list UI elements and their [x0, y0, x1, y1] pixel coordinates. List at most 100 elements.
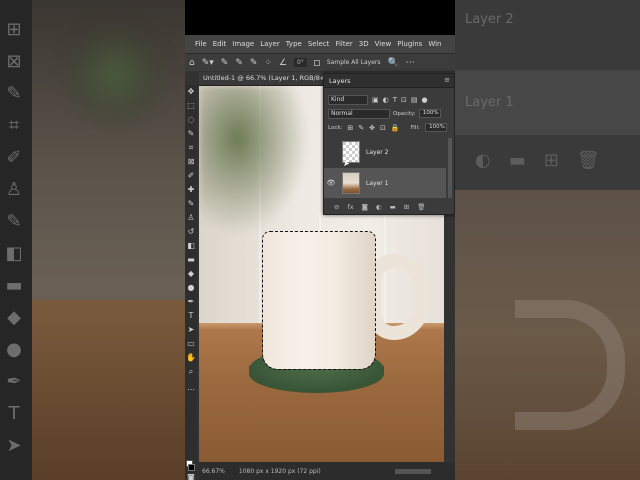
layer-row-selected[interactable]: 👁 Layer 1	[324, 168, 446, 198]
layers-panel: Layers ≡ Kind ▣ ◐ T ⊡ ▤ ● Normal Opacity…	[323, 73, 455, 215]
blend-mode-select[interactable]: Normal	[328, 108, 390, 119]
ghost-heal-icon: ⌗	[8, 115, 20, 136]
lock-position-icon[interactable]: ✥	[369, 124, 375, 132]
new-layer-icon[interactable]: ⊞	[404, 203, 409, 211]
path-select-tool-icon[interactable]: ➤	[186, 325, 196, 335]
layers-panel-header[interactable]: Layers ≡	[324, 74, 454, 88]
eye-icon[interactable]: 👁	[324, 179, 338, 187]
quick-mask-icon[interactable]: ◙	[186, 473, 196, 480]
menu-file[interactable]: File	[195, 40, 207, 48]
brush-add-icon[interactable]: ✎	[235, 58, 243, 68]
dodge-tool-icon[interactable]: ●	[186, 283, 196, 293]
photoshop-window: File Edit Image Layer Type Select Filter…	[185, 35, 455, 480]
history-brush-tool-icon[interactable]: ↺	[186, 227, 196, 237]
menu-edit[interactable]: Edit	[213, 40, 227, 48]
menu-3d[interactable]: 3D	[359, 40, 369, 48]
hand-tool-icon[interactable]: ✋	[186, 353, 196, 363]
filter-smart-object-icon[interactable]: ▤	[411, 96, 418, 104]
brush-subtract-icon[interactable]: ✎	[250, 58, 258, 68]
lock-transparent-icon[interactable]: ⊞	[347, 124, 353, 132]
ghost-layer-name: Layer 2	[465, 12, 514, 27]
layers-scrollbar[interactable]	[448, 138, 452, 198]
eyedropper-tool-icon[interactable]: ✐	[186, 171, 196, 181]
healing-tool-icon[interactable]: ✚	[186, 185, 196, 195]
zoom-tool-icon[interactable]: ⌕	[186, 367, 196, 377]
crop-tool-icon[interactable]: ⌗	[186, 143, 196, 153]
left-blurred-background: ⊞ ⊠ ✎ ⌗ ✐ ♙ ✎ ◧ ▬ ◆ ● ✒ T ➤	[0, 0, 185, 480]
filter-shape-icon[interactable]: ⊡	[401, 96, 407, 104]
ghost-panel-footer-icons: ◐▬⊞🗑	[475, 150, 618, 171]
screen: ⊞ ⊠ ✎ ⌗ ✐ ♙ ✎ ◧ ▬ ◆ ● ✒ T ➤ Layer 2 Laye…	[0, 0, 640, 480]
ghost-crop-icon: ⊞	[6, 19, 22, 40]
lasso-tool-icon[interactable]: ◌	[186, 115, 196, 125]
blend-row: Normal Opacity: 100%	[328, 108, 452, 119]
more-icon[interactable]: ⋯	[406, 58, 415, 68]
filter-toggle-icon[interactable]: ●	[422, 96, 428, 104]
tools-panel: ✥ ⬚ ◌ ✎ ⌗ ⊠ ✐ ✚ ✎ ♙ ↺ ◧ ▬ ◆ ● ✒ T ➤ ▭ ✋ …	[185, 85, 197, 480]
tool-preset-icon[interactable]: ✎▾	[202, 58, 214, 68]
layers-panel-title: Layers	[329, 77, 351, 85]
filter-kind-select[interactable]: Kind	[328, 94, 368, 105]
fill-label: Fill:	[410, 124, 420, 131]
mask-icon[interactable]: ◙	[362, 203, 368, 211]
filter-type-icon[interactable]: T	[393, 96, 397, 104]
ghost-eyedropper-icon: ✎	[6, 83, 22, 104]
brush-tool-icon[interactable]: ✎	[186, 199, 196, 209]
document-tab-title: Untitled-1 @ 66.7% (Layer 1, RGB/8#) *	[203, 74, 334, 82]
right-blurred-background: Layer 2 Layer 1 ◐▬⊞🗑	[455, 0, 640, 480]
background-color-swatch[interactable]	[188, 464, 195, 471]
layer-thumbnail	[342, 172, 360, 194]
home-icon[interactable]: ⌂	[189, 58, 195, 68]
options-bar: ⌂ ✎▾ ✎ ✎ ✎ ⁘ ∠ 0° Sample All Layers 🔍 ⋯	[185, 53, 455, 71]
pen-tool-icon[interactable]: ✒	[186, 297, 196, 307]
lock-image-icon[interactable]: ✎	[358, 124, 364, 132]
ghost-gradient-icon: ▬	[5, 275, 23, 296]
status-bar: 66.67% 1080 px x 1920 px (72 ppi)	[199, 462, 455, 480]
type-tool-icon[interactable]: T	[186, 311, 196, 321]
panel-menu-icon[interactable]: ≡	[444, 76, 450, 84]
link-icon[interactable]: ⊖	[334, 203, 339, 211]
filter-adjustment-icon[interactable]: ◐	[383, 96, 389, 104]
menu-view[interactable]: View	[375, 40, 392, 48]
menu-image[interactable]: Image	[232, 40, 254, 48]
trash-icon[interactable]: 🗑	[417, 203, 425, 211]
brush-mode-icon[interactable]: ✎	[221, 58, 229, 68]
opacity-field[interactable]: 100%	[418, 109, 441, 118]
menu-plugins[interactable]: Plugins	[397, 40, 422, 48]
adjustment-icon[interactable]: ◐	[376, 203, 382, 211]
lock-all-icon[interactable]: 🔒	[391, 124, 400, 132]
menu-window[interactable]: Win	[428, 40, 441, 48]
shape-tool-icon[interactable]: ▭	[186, 339, 196, 349]
ghost-mug-handle	[515, 300, 625, 430]
menu-type[interactable]: Type	[286, 40, 302, 48]
menu-select[interactable]: Select	[308, 40, 330, 48]
brush-size-icon[interactable]: ⁘	[264, 58, 272, 68]
menu-layer[interactable]: Layer	[260, 40, 280, 48]
menu-bar: File Edit Image Layer Type Select Filter…	[185, 35, 455, 53]
sample-all-layers-checkbox[interactable]	[313, 59, 320, 66]
group-icon[interactable]: ▬	[390, 203, 396, 211]
frame-tool-icon[interactable]: ⊠	[186, 157, 196, 167]
gradient-tool-icon[interactable]: ▬	[186, 255, 196, 265]
filter-pixel-icon[interactable]: ▣	[372, 96, 379, 104]
photo-mug-handle	[367, 254, 429, 340]
horizontal-scrollbar[interactable]	[394, 468, 431, 474]
ghost-layer-name: Layer 1	[465, 95, 514, 110]
angle-field[interactable]: 0°	[294, 58, 307, 67]
eraser-tool-icon[interactable]: ◧	[186, 241, 196, 251]
fill-field[interactable]: 100%	[424, 123, 447, 132]
fx-icon[interactable]: fx	[347, 203, 353, 211]
search-icon[interactable]: 🔍	[387, 58, 398, 68]
menu-filter[interactable]: Filter	[335, 40, 352, 48]
stamp-tool-icon[interactable]: ♙	[186, 213, 196, 223]
marquee-tool-icon[interactable]: ⬚	[186, 101, 196, 111]
zoom-level[interactable]: 66.67%	[202, 468, 225, 475]
ghost-history-brush-icon: ✎	[6, 211, 22, 232]
more-tools-icon[interactable]: ⋯	[186, 385, 196, 395]
blur-tool-icon[interactable]: ◆	[186, 269, 196, 279]
move-tool-icon[interactable]: ✥	[186, 87, 196, 97]
lock-label: Lock:	[328, 124, 343, 131]
quick-select-tool-icon[interactable]: ✎	[186, 129, 196, 139]
angle-icon: ∠	[278, 57, 288, 68]
lock-artboard-icon[interactable]: ⊡	[380, 124, 386, 132]
